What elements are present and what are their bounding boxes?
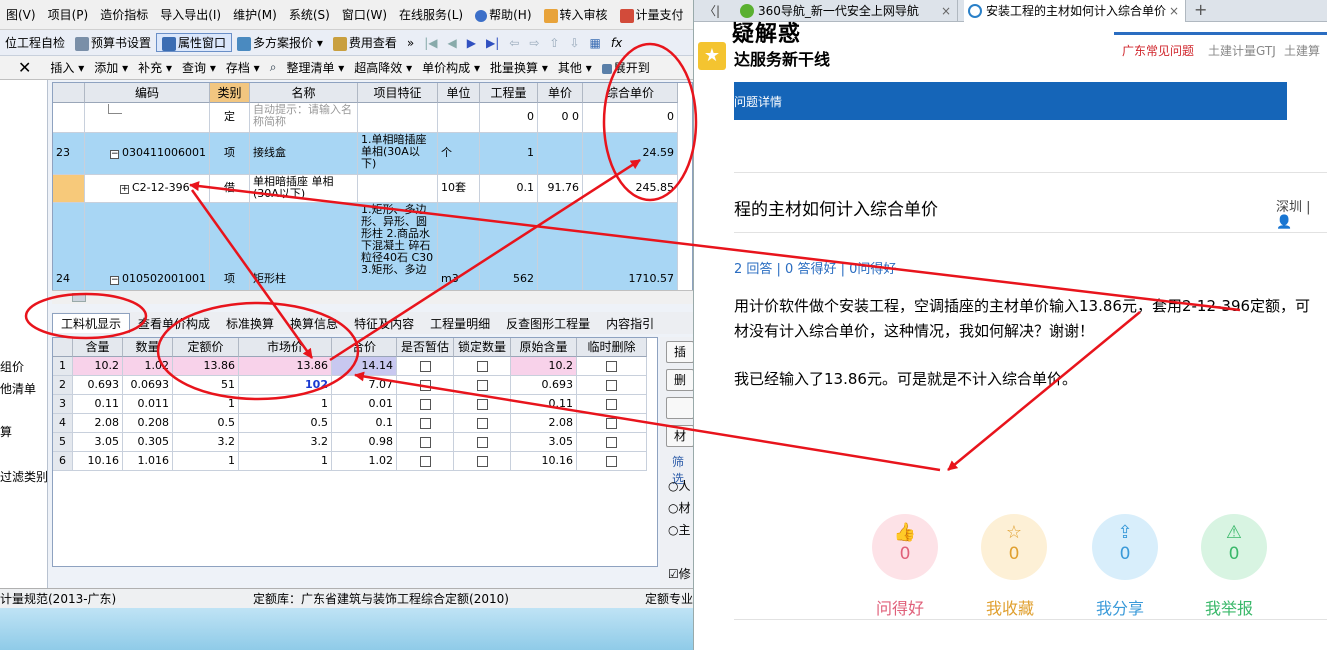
highlight-market-price-circle [156, 301, 360, 401]
highlight-tab-circle [24, 292, 148, 340]
arrow-market-to-total [329, 158, 641, 362]
highlight-total-price-circle [602, 42, 698, 202]
arrow-code-to-market [190, 189, 314, 359]
arrow-question-to-code [189, 181, 1241, 312]
arrow-body-to-actions [947, 311, 1141, 471]
annotation-overlay [24, 42, 1241, 472]
arrow-body-to-market [354, 371, 941, 472]
